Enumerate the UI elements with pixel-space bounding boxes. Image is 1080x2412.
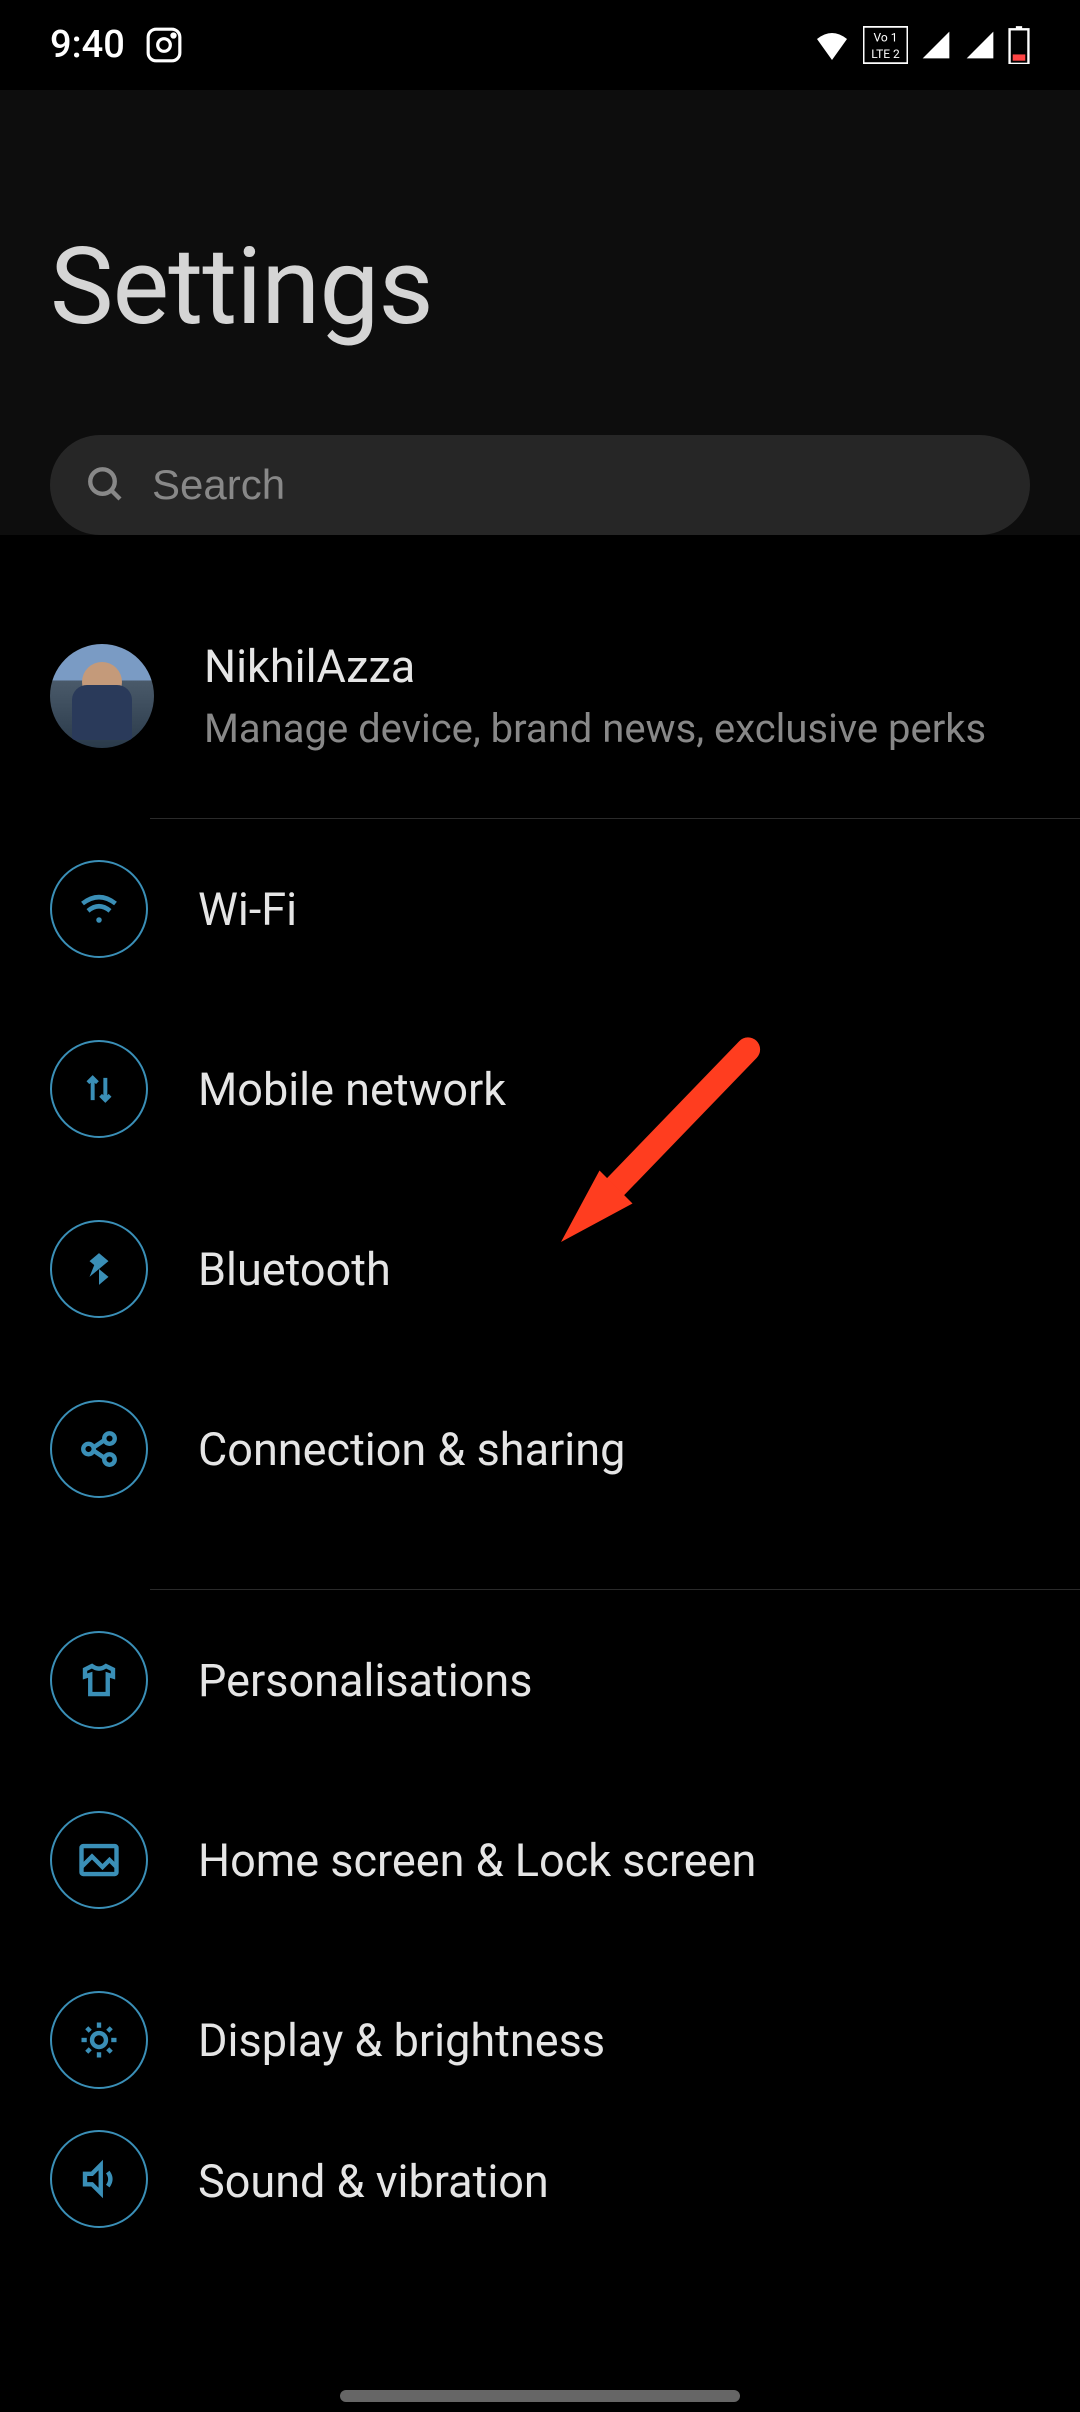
search-icon — [85, 464, 127, 506]
nav-handle[interactable] — [340, 2390, 740, 2402]
svg-text:Vo 1: Vo 1 — [874, 30, 898, 44]
image-icon — [50, 1811, 148, 1909]
settings-item-sound-vibration[interactable]: Sound & vibration — [0, 2130, 1080, 2220]
status-right: Vo 1 LTE 2 — [813, 26, 1030, 64]
settings-item-bluetooth[interactable]: Bluetooth — [0, 1179, 1080, 1359]
item-label: Wi-Fi — [198, 883, 297, 936]
avatar — [50, 644, 154, 748]
account-text: NikhilAzza Manage device, brand news, ex… — [204, 640, 986, 752]
status-left: 9:40 — [50, 23, 183, 67]
settings-item-connection-sharing[interactable]: Connection & sharing — [0, 1359, 1080, 1539]
instagram-icon — [145, 26, 183, 64]
volte-icon: Vo 1 LTE 2 — [863, 26, 908, 64]
search-input[interactable] — [152, 461, 995, 509]
account-name: NikhilAzza — [204, 640, 986, 693]
account-item[interactable]: NikhilAzza Manage device, brand news, ex… — [0, 623, 1080, 768]
item-label: Bluetooth — [198, 1243, 391, 1296]
item-label: Sound & vibration — [198, 2155, 549, 2208]
signal-1-icon — [920, 29, 952, 61]
header-area: Settings — [0, 90, 1080, 535]
item-label: Connection & sharing — [198, 1423, 625, 1476]
page-title: Settings — [50, 130, 1030, 435]
signal-2-icon — [964, 29, 996, 61]
item-label: Home screen & Lock screen — [198, 1834, 756, 1887]
battery-icon — [1008, 26, 1030, 64]
share-icon — [50, 1400, 148, 1498]
svg-text:LTE 2: LTE 2 — [871, 47, 900, 61]
brightness-icon — [50, 1991, 148, 2089]
item-label: Mobile network — [198, 1063, 506, 1116]
settings-item-personalisations[interactable]: Personalisations — [0, 1590, 1080, 1770]
status-bar: 9:40 Vo 1 LTE 2 — [0, 0, 1080, 90]
item-label: Personalisations — [198, 1654, 532, 1707]
status-time: 9:40 — [50, 23, 125, 67]
account-subtitle: Manage device, brand news, exclusive per… — [204, 705, 986, 752]
settings-item-wifi[interactable]: Wi-Fi — [0, 819, 1080, 999]
sound-icon — [50, 2130, 148, 2228]
bluetooth-icon — [50, 1220, 148, 1318]
shirt-icon — [50, 1631, 148, 1729]
settings-item-mobile-network[interactable]: Mobile network — [0, 999, 1080, 1179]
item-label: Display & brightness — [198, 2014, 605, 2067]
mobile-data-icon — [50, 1040, 148, 1138]
settings-item-display-brightness[interactable]: Display & brightness — [0, 1950, 1080, 2130]
wifi-status-icon — [813, 30, 851, 60]
wifi-icon — [50, 860, 148, 958]
settings-item-home-lock-screen[interactable]: Home screen & Lock screen — [0, 1770, 1080, 1950]
search-bar[interactable] — [50, 435, 1030, 535]
